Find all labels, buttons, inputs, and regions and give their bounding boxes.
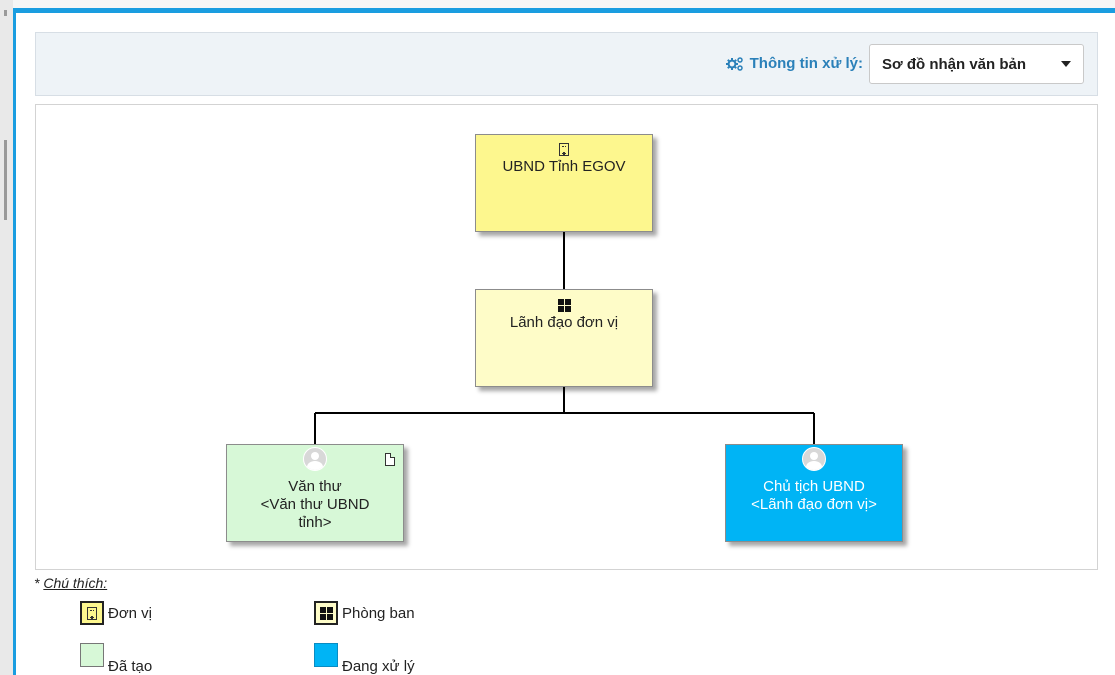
gutter-tick [4,10,7,16]
legend-label: Phòng ban [342,604,415,622]
legend-label: Đã tạo [108,658,153,675]
legend-prefix: * [34,575,44,591]
node-unit-ubnd-tinh[interactable]: UBND Tỉnh EGOV [475,134,653,232]
node-label-name: Văn thư [288,478,342,495]
legend-title: * Chú thích: [34,575,107,591]
panel-left-border [13,8,16,675]
building-icon [559,143,569,156]
node-label-role-cont: tỉnh> [298,514,332,531]
legend-item-created: Đã tạo [80,643,152,675]
legend-title-text: Chú thích: [43,575,108,591]
left-scroll-gutter [0,0,14,675]
node-label: Lãnh đạo đơn vị [509,314,619,331]
legend-item-dept: Phòng ban [314,601,415,625]
node-clerk-van-thu[interactable]: Văn thư <Văn thư UBND tỉnh> [226,444,404,542]
node-label: UBND Tỉnh EGOV [502,158,626,175]
dropdown-selected-value: Sơ đồ nhận văn bản [882,55,1027,73]
windows-icon [319,606,333,620]
processing-info-label: Thông tin xử lý: [725,55,863,72]
panel-top-border [13,8,1115,13]
processing-info-header: Thông tin xử lý: Sơ đồ nhận văn bản [35,32,1098,96]
node-label-role: <Lãnh đạo đơn vị> [751,496,877,513]
node-label-name: Chủ tịch UBND [763,478,865,495]
user-avatar-icon [303,447,327,471]
building-icon [87,606,97,620]
legend-swatch [80,601,104,625]
legend-label: Đơn vị [108,604,153,622]
document-flow-diagram: UBND Tỉnh EGOV Lãnh đạo đơn vị Văn thư <… [35,104,1098,570]
caret-down-icon [1061,61,1071,67]
legend-swatch [314,643,338,667]
legend-item-processing: Đang xử lý [314,643,415,675]
windows-icon [557,299,571,312]
gears-icon [725,56,743,71]
legend-swatch [314,601,338,625]
gutter-tick [4,140,7,220]
legend-swatch [80,643,104,667]
user-avatar-icon [802,447,826,471]
legend-label: Đang xử lý [342,658,415,675]
processing-info-text: Thông tin xử lý: [749,55,863,72]
node-label-role: <Văn thư UBND [260,496,370,513]
node-chair-chu-tich[interactable]: Chủ tịch UBND <Lãnh đạo đơn vị> [725,444,903,542]
document-icon [385,453,395,466]
window-top-strip [13,0,1115,8]
diagram-type-dropdown[interactable]: Sơ đồ nhận văn bản [869,44,1084,84]
node-dept-lanh-dao[interactable]: Lãnh đạo đơn vị [475,289,653,387]
legend-item-unit: Đơn vị [80,601,152,625]
